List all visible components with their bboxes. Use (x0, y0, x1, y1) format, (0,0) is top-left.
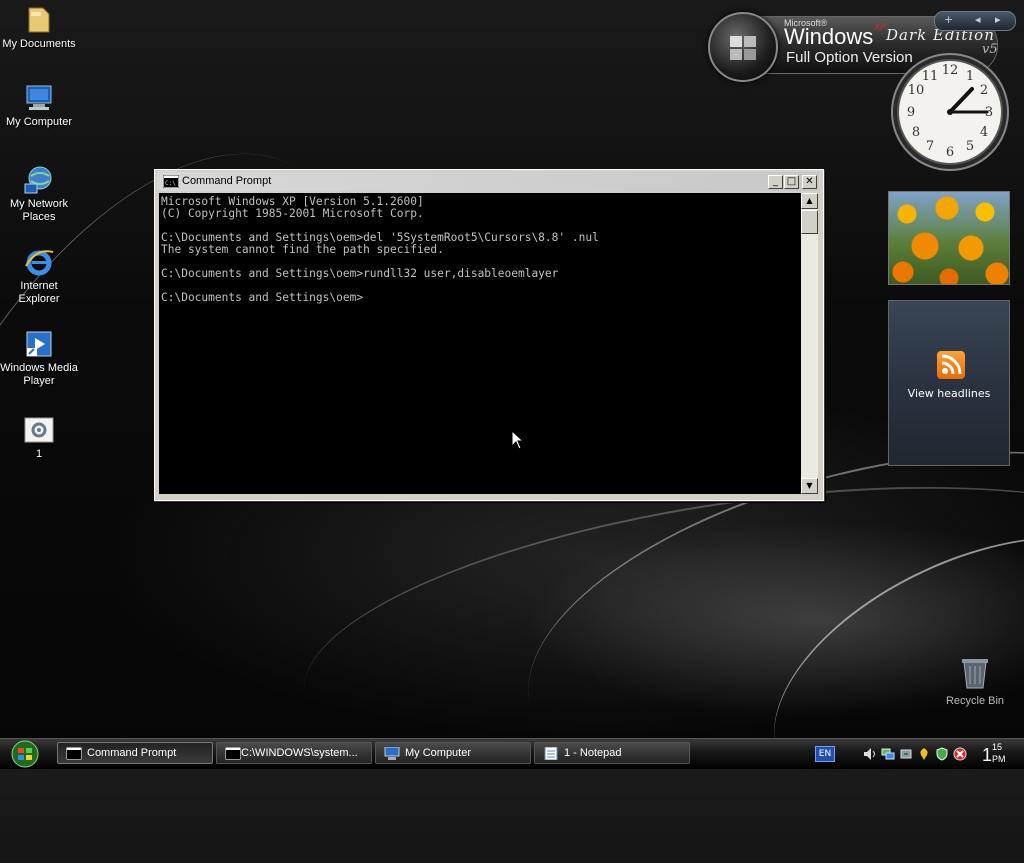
taskbar-item-system-console[interactable]: C:\WINDOWS\system... (216, 742, 372, 764)
clock-ampm: PM (992, 754, 1006, 764)
desktop-icon-label: 1 (35, 448, 43, 460)
console-output: Microsoft Windows XP [Version 5.1.2600] … (161, 195, 599, 304)
feed-headlines-gadget[interactable]: View headlines (888, 300, 1010, 466)
command-prompt-window[interactable]: C:\ Command Prompt _ □ ✕ Microsoft Windo… (154, 169, 824, 501)
scroll-thumb[interactable] (801, 210, 818, 234)
window-titlebar[interactable]: C:\ Command Prompt _ □ ✕ (157, 172, 819, 191)
settings-file-icon (24, 417, 54, 443)
desktop-icon-label: My Network Places (9, 198, 69, 223)
safely-remove-hardware-icon[interactable] (899, 747, 913, 761)
desktop-icon-my-documents[interactable]: My Documents (0, 4, 78, 51)
close-button[interactable]: ✕ (802, 175, 817, 189)
branding-windows: Windows (784, 24, 874, 49)
desktop-icon-label: Internet Explorer (18, 280, 60, 305)
taskbar-clock[interactable]: 1 15 PM (980, 742, 1020, 768)
maximize-button[interactable]: □ (784, 175, 799, 189)
windows-orb-icon (708, 12, 778, 82)
clock-hour: 1 (982, 745, 993, 765)
desktop-icon-label: My Computer (5, 116, 73, 128)
internet-explorer-icon (25, 250, 54, 276)
folder-icon (28, 7, 50, 33)
svg-text:8: 8 (912, 125, 920, 140)
taskbar-item-notepad[interactable]: 1 - Notepad (534, 742, 690, 764)
scroll-down-button[interactable]: ▼ (801, 478, 818, 494)
mouse-pointer-icon (511, 430, 525, 450)
taskbar-item-label: C:\WINDOWS\system... (241, 747, 358, 759)
recycle-bin-label: Recycle Bin (945, 695, 1005, 707)
volume-icon[interactable] (863, 747, 877, 761)
console-icon (225, 747, 241, 760)
console-icon: C:\ (163, 175, 179, 188)
start-button[interactable] (4, 740, 42, 768)
svg-text:C:\: C:\ (165, 180, 176, 187)
security-alert-icon[interactable] (953, 747, 967, 761)
svg-text:10: 10 (908, 83, 925, 98)
desktop-icon-my-computer[interactable]: My Computer (0, 82, 78, 129)
next-gadget-button[interactable]: ▸ (995, 13, 1001, 26)
svg-text:12: 12 (942, 63, 959, 78)
desktop-icon-recycle-bin[interactable]: Recycle Bin (936, 656, 1014, 707)
language-indicator[interactable]: EN (815, 746, 835, 762)
svg-text:5: 5 (966, 139, 974, 154)
desktop-icon-windows-media-player[interactable]: Windows Media Player (0, 328, 78, 388)
slideshow-gadget[interactable] (888, 191, 1010, 285)
desktop-icon-1[interactable]: 1 (0, 414, 78, 461)
recycle-bin-icon (962, 659, 988, 689)
svg-text:6: 6 (946, 145, 954, 160)
svg-text:11: 11 (922, 69, 939, 84)
clock-minute: 15 (992, 742, 1003, 752)
add-gadget-button[interactable]: + (944, 13, 953, 26)
svg-text:1: 1 (966, 69, 974, 84)
svg-text:2: 2 (980, 83, 988, 98)
branding-xp: XP (874, 23, 886, 33)
scroll-up-button[interactable]: ▲ (801, 193, 818, 209)
desktop-icon-my-network-places[interactable]: My Network Places (0, 164, 78, 224)
view-headlines-link[interactable]: View headlines (889, 387, 1009, 400)
security-shield-icon[interactable] (935, 747, 949, 761)
taskbar-item-label: My Computer (405, 747, 472, 759)
rss-icon (937, 351, 965, 379)
computer-icon (26, 85, 52, 110)
vertical-scrollbar[interactable]: ▲ ▼ (801, 193, 818, 494)
taskbar: Command Prompt C:\WINDOWS\system... My C… (0, 738, 1024, 769)
computer-icon (384, 747, 400, 760)
antivirus-icon[interactable] (917, 747, 931, 761)
svg-text:9: 9 (907, 105, 915, 120)
window-title: Command Prompt (182, 175, 272, 187)
svg-text:4: 4 (980, 125, 988, 140)
sidebar-controls: + ◂ ▸ (934, 11, 1016, 31)
svg-text:7: 7 (926, 139, 934, 154)
system-tray (855, 739, 975, 769)
taskbar-item-command-prompt[interactable]: Command Prompt (57, 742, 213, 764)
desktop-icon-internet-explorer[interactable]: Internet Explorer (0, 246, 78, 306)
prev-gadget-button[interactable]: ◂ (975, 13, 981, 26)
notepad-icon (544, 747, 558, 760)
desktop-icon-label: My Documents (2, 38, 76, 50)
network-icon (24, 166, 52, 194)
console-icon (66, 747, 82, 760)
windows-flag-icon (730, 36, 756, 60)
network-connection-icon[interactable] (881, 747, 895, 761)
taskbar-item-label: 1 - Notepad (564, 747, 622, 759)
console-screen[interactable]: Microsoft Windows XP [Version 5.1.2600] … (159, 193, 801, 494)
media-player-icon (26, 331, 52, 357)
taskbar-item-my-computer[interactable]: My Computer (375, 742, 531, 764)
taskbar-item-label: Command Prompt (87, 747, 177, 759)
minimize-button[interactable]: _ (768, 175, 783, 189)
desktop-icon-label: Windows Media Player (0, 362, 78, 387)
clock-gadget[interactable]: 12 12 345 678 91011 (890, 52, 1010, 172)
